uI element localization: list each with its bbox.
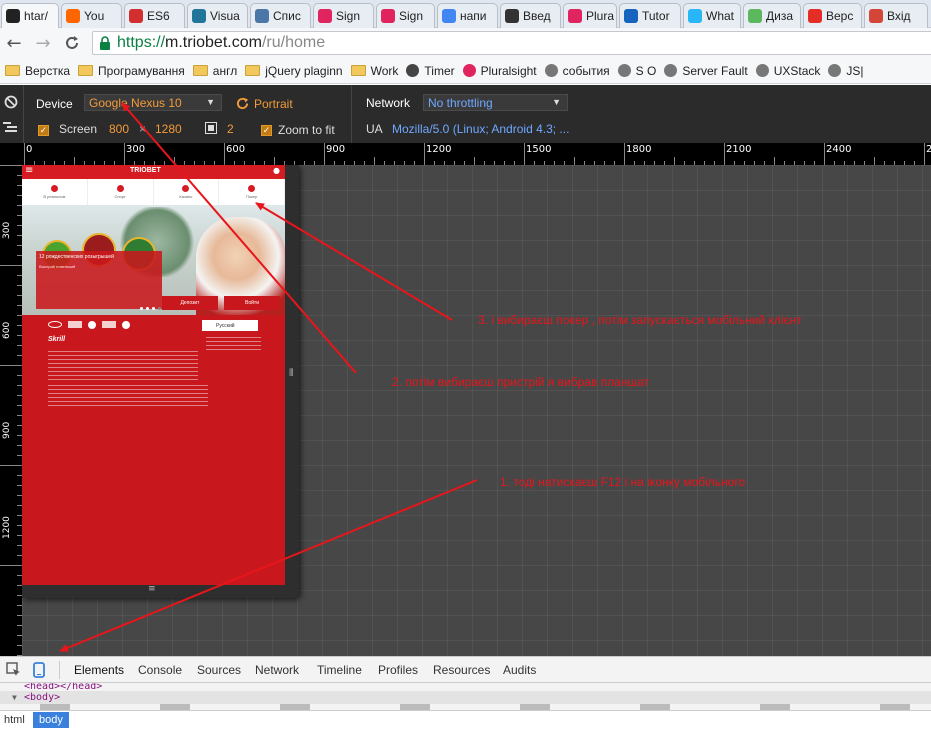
device-mode-icon[interactable] xyxy=(33,662,45,681)
breadcrumb-bar: html body xyxy=(0,710,931,732)
annotation-text-2: 2. потім вибираєш пристрій я вибрав план… xyxy=(392,375,650,389)
breadcrumb-body[interactable]: body xyxy=(33,712,69,728)
annotation-text-1: 1. тоді натискаєш F12 і на іконку мобіль… xyxy=(500,475,745,489)
breadcrumb-html[interactable]: html xyxy=(4,714,25,726)
devtools-tab[interactable]: Network xyxy=(255,663,299,677)
devtools-tab[interactable]: Elements xyxy=(74,663,124,677)
devtools-tab[interactable]: Timeline xyxy=(317,663,362,677)
annotation-arrow-1 xyxy=(59,479,478,652)
devtools-tab[interactable]: Profiles xyxy=(378,663,418,677)
dom-line-body[interactable]: ▼ <body> xyxy=(0,691,931,704)
expand-triangle-icon[interactable]: ▼ xyxy=(12,691,17,704)
dom-body-tag: <body> xyxy=(24,692,61,703)
devtools-panel: Elements Console Sources Network Timeline Pro… xyxy=(0,656,931,732)
annotation-arrow-2 xyxy=(121,102,357,374)
dom-line-head[interactable]: <head></head> xyxy=(0,683,931,691)
annotation-overlay: 3. і вибираєш покер , потім запускається… xyxy=(59,102,802,652)
annotation-arrow-3 xyxy=(255,202,453,321)
devtools-tab[interactable]: Console xyxy=(138,663,182,677)
devtools-tab[interactable]: Resources xyxy=(433,663,490,677)
inspect-element-icon[interactable] xyxy=(6,662,21,680)
devtools-tab[interactable]: Sources xyxy=(197,663,241,677)
devtools-tab[interactable]: Audits xyxy=(503,663,536,677)
annotation-text-3: 3. і вибираєш покер , потім запускається… xyxy=(478,313,802,327)
